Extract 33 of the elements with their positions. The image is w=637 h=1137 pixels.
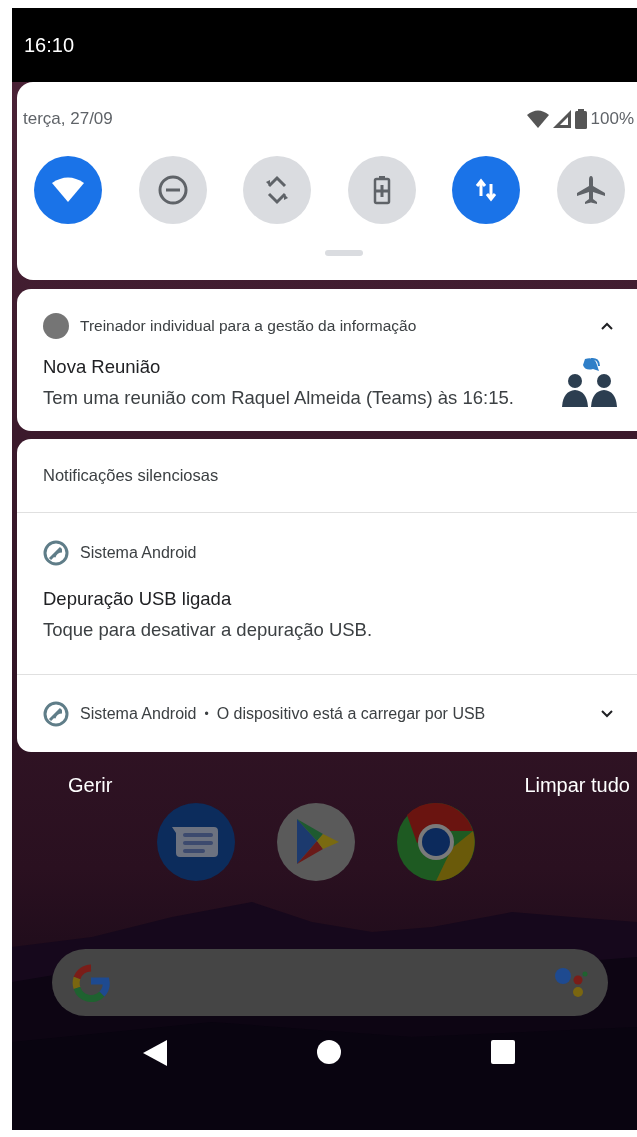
app-icon: [43, 313, 69, 339]
notification-item[interactable]: Sistema Android Depuração USB ligada Toque para desativar a depuração USB.: [17, 513, 637, 675]
date-text: terça, 27/09: [23, 108, 113, 131]
chrome-icon[interactable]: [396, 803, 475, 881]
notification-title: Depuração USB ligada: [43, 587, 233, 611]
notification-item[interactable]: Sistema Android • O dispositivo está a carregar por USB: [17, 675, 637, 752]
section-header: Notificações silenciosas: [43, 465, 219, 487]
home-icon[interactable]: [316, 1040, 341, 1064]
messages-app-icon[interactable]: [156, 803, 235, 881]
clock-time: 16:10: [24, 33, 75, 58]
notification-summary: O dispositivo está a carregar por USB: [216, 703, 486, 724]
notification-title: Nova Reunião: [43, 355, 162, 379]
collapse-chevron-icon[interactable]: [601, 322, 613, 330]
battery-icon: [574, 109, 587, 129]
separator-dot: •: [204, 705, 209, 723]
battery-percent: 100%: [590, 108, 634, 131]
app-name: Sistema Android: [80, 703, 197, 724]
clear-all-button[interactable]: Limpar tudo: [524, 770, 630, 800]
play-store-icon[interactable]: [276, 803, 355, 881]
manage-button[interactable]: Gerir: [68, 770, 113, 800]
notification-card[interactable]: Treinador individual para a gestão da informação Nova Reunião Tem uma reunião com Raquel Almeida (Teams) às 16:15.: [17, 289, 637, 431]
cell-signal-icon: [552, 110, 571, 128]
google-g-icon: [72, 963, 110, 1002]
back-icon[interactable]: [142, 1040, 167, 1066]
wifi-signal-icon: [526, 110, 549, 128]
app-name: Sistema Android: [80, 543, 197, 563]
android-system-icon: [43, 700, 69, 727]
app-name: Treinador individual para a gestão da informação: [80, 316, 417, 337]
recents-icon[interactable]: [490, 1040, 515, 1064]
expand-chevron-icon[interactable]: [601, 709, 613, 718]
notification-text: Toque para desativar a depuração USB.: [43, 618, 374, 642]
android-system-icon: [43, 540, 69, 566]
notification-text: Tem uma reunião com Raquel Almeida (Teams) às 16:15.: [43, 386, 515, 410]
